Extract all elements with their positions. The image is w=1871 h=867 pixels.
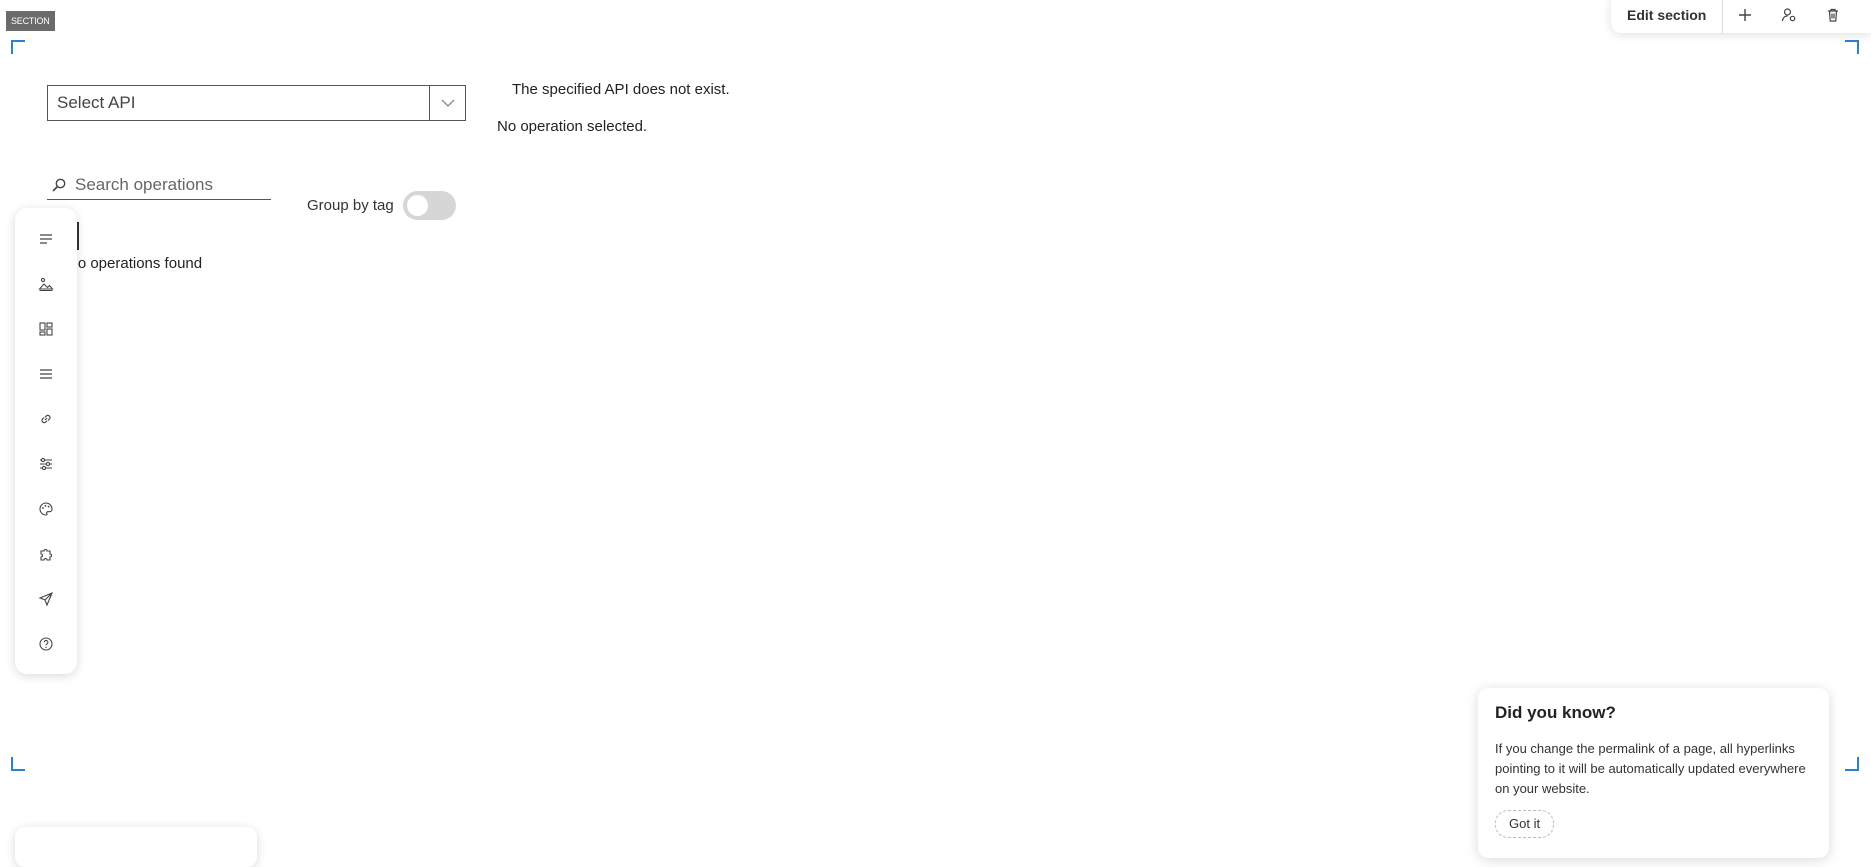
search-icon [52,178,66,192]
tool-sidebar [15,208,77,674]
image-icon [38,277,54,292]
dropdown-arrow[interactable] [429,86,465,120]
sidebar-item-widgets[interactable] [15,536,77,572]
group-by-tag-label: Group by tag [307,197,394,214]
sidebar-item-styles[interactable] [15,491,77,527]
layout-icon [39,322,53,336]
no-operation-message: No operation selected. [497,118,648,135]
sidebar-item-text[interactable] [15,221,77,257]
tip-title: Did you know? [1495,703,1616,722]
settings-sliders-icon [40,457,52,471]
sidebar-item-image[interactable] [15,266,77,302]
select-api-dropdown[interactable]: Select API [47,85,466,121]
section-tag: SECTION [6,11,55,31]
tip-card: Did you know? If you change the permalin… [1478,688,1829,858]
bottom-panel [15,827,257,867]
selection-corner-top-left [11,40,25,54]
search-operations-field[interactable] [47,170,271,200]
sidebar-item-publish[interactable] [15,581,77,617]
api-missing-message: The specified API does not exist. [512,81,730,98]
palette-icon [39,502,53,516]
search-input[interactable] [73,173,267,196]
selection-corner-top-right [1845,40,1859,54]
edit-section-button[interactable]: Edit section [1611,0,1724,33]
selection-corner-bottom-left [11,757,25,771]
sidebar-item-help[interactable] [15,626,77,662]
text-icon [40,234,52,244]
trash-icon [1828,8,1839,22]
plus-icon [1739,8,1752,21]
sidebar-item-settings[interactable] [15,446,77,482]
got-it-button[interactable]: Got it [1495,810,1555,838]
selection-corner-bottom-right [1845,757,1859,771]
help-icon [39,637,53,651]
sidebar-item-link[interactable] [15,401,77,437]
section-toolbar: Edit section [1611,0,1871,33]
link-icon [41,414,51,424]
sidebar-item-layout[interactable] [15,311,77,347]
section-settings-button[interactable] [1767,0,1811,33]
select-api-value: Select API [57,93,136,112]
toggle-knob [407,195,428,216]
operations-status: No operations found [67,255,203,272]
menu-icon [40,369,52,379]
add-button[interactable] [1723,0,1767,33]
group-by-tag-toggle[interactable] [403,191,456,220]
puzzle-icon [40,549,52,561]
sidebar-item-menu[interactable] [15,356,77,392]
delete-section-button[interactable] [1811,0,1855,33]
send-icon [38,591,54,607]
chevron-down-icon [441,99,454,107]
user-settings-icon [1782,7,1796,21]
tip-body: If you change the permalink of a page, a… [1495,741,1806,796]
